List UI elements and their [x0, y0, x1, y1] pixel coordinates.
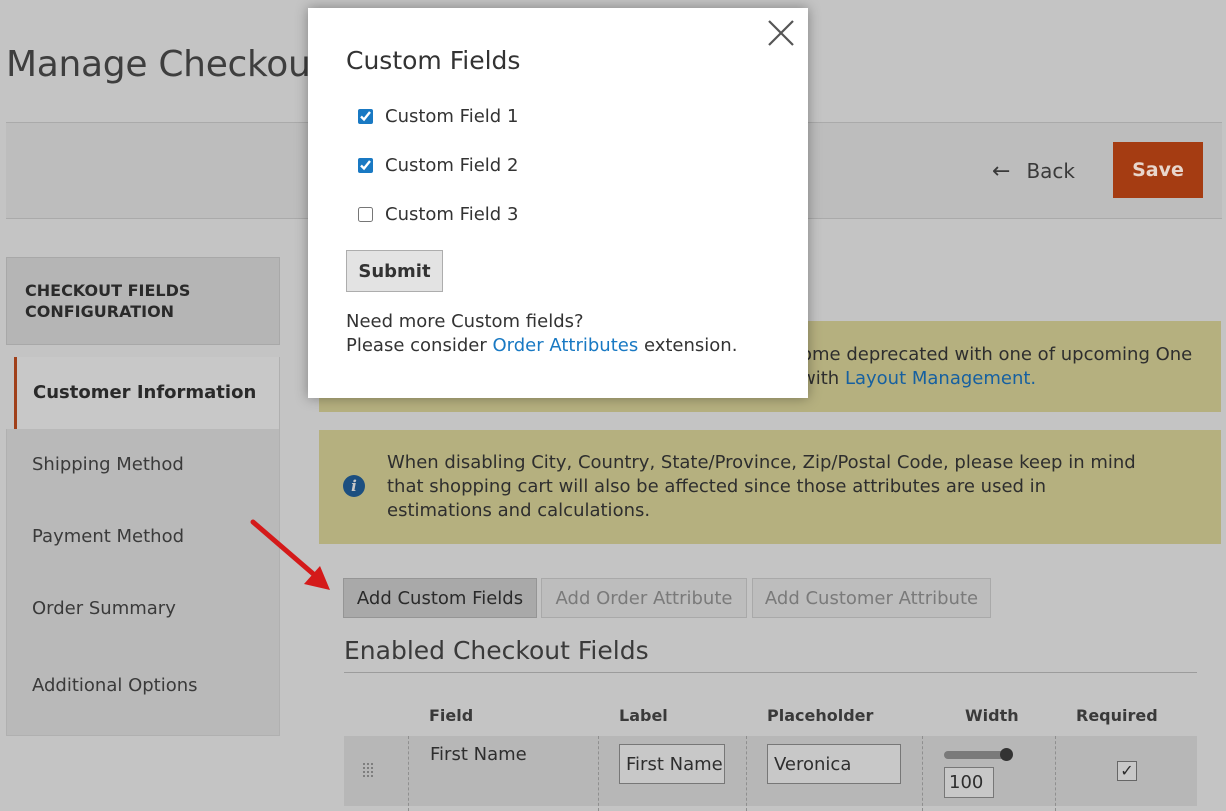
- add-order-attribute-button[interactable]: Add Order Attribute: [541, 578, 747, 618]
- column-divider: [1055, 736, 1056, 811]
- submit-button[interactable]: Submit: [346, 250, 443, 292]
- custom-field-2-checkbox[interactable]: [358, 158, 373, 173]
- label-input[interactable]: First Name: [619, 744, 725, 784]
- required-checkbox[interactable]: ✓: [1117, 761, 1137, 781]
- sidebar: CHECKOUT FIELDS CONFIGURATION Customer I…: [6, 257, 280, 736]
- field-name: First Name: [430, 744, 527, 765]
- page-title: Manage Checkout: [6, 44, 325, 85]
- sidebar-item-shipping-method[interactable]: Shipping Method: [6, 429, 280, 501]
- custom-field-3-checkbox[interactable]: [358, 207, 373, 222]
- sidebar-item-customer-information[interactable]: Customer Information: [14, 357, 280, 429]
- column-header-required: Required: [1076, 706, 1158, 725]
- column-header-placeholder: Placeholder: [767, 706, 874, 725]
- custom-field-1-checkbox[interactable]: [358, 109, 373, 124]
- column-header-label: Label: [619, 706, 668, 725]
- sidebar-item-payment-method[interactable]: Payment Method: [6, 501, 280, 573]
- close-button[interactable]: [766, 18, 796, 48]
- close-icon: [768, 20, 794, 46]
- custom-field-2-label: Custom Field 2: [385, 155, 519, 176]
- layout-management-link[interactable]: Layout Management.: [845, 368, 1036, 389]
- modal-note-line1: Need more Custom fields?: [346, 311, 584, 332]
- custom-field-3-label: Custom Field 3: [385, 204, 519, 225]
- info-icon: i: [343, 475, 365, 497]
- width-input[interactable]: 100: [944, 767, 994, 798]
- arrow-left-icon: ←: [992, 158, 1011, 184]
- sidebar-item-additional-options[interactable]: Additional Options: [6, 645, 280, 736]
- column-header-field: Field: [429, 706, 474, 725]
- column-divider: [598, 736, 599, 811]
- modal-note: Need more Custom fields? Please consider…: [346, 310, 786, 358]
- custom-field-3-option[interactable]: Custom Field 3: [358, 204, 518, 225]
- deprecation-notice-text: ome deprecated with one of upcoming One …: [801, 343, 1211, 391]
- add-customer-attribute-button[interactable]: Add Customer Attribute: [752, 578, 991, 618]
- sidebar-item-order-summary[interactable]: Order Summary: [6, 573, 280, 645]
- custom-fields-modal: Custom Fields Custom Field 1 Custom Fiel…: [308, 8, 808, 398]
- custom-field-1-label: Custom Field 1: [385, 106, 519, 127]
- column-divider: [408, 736, 409, 811]
- deprecation-text: ome deprecated with one of upcoming One: [801, 344, 1193, 365]
- custom-field-2-option[interactable]: Custom Field 2: [358, 155, 518, 176]
- section-title: Enabled Checkout Fields: [344, 636, 649, 665]
- width-slider[interactable]: [944, 751, 1008, 759]
- width-slider-handle[interactable]: [1000, 748, 1013, 761]
- back-label: Back: [1026, 159, 1075, 183]
- order-attributes-link[interactable]: Order Attributes: [492, 335, 638, 356]
- add-custom-fields-button[interactable]: Add Custom Fields: [343, 578, 537, 618]
- custom-field-1-option[interactable]: Custom Field 1: [358, 106, 518, 127]
- column-divider: [746, 736, 747, 811]
- section-divider: [344, 672, 1197, 673]
- info-notice-text: When disabling City, Country, State/Prov…: [387, 452, 1136, 521]
- sidebar-title: CHECKOUT FIELDS CONFIGURATION: [6, 257, 280, 345]
- info-notice: i When disabling City, Country, State/Pr…: [319, 430, 1221, 544]
- modal-note-suffix: extension.: [643, 335, 738, 356]
- placeholder-input[interactable]: Veronica: [767, 744, 901, 784]
- modal-title: Custom Fields: [346, 46, 521, 75]
- column-header-width: Width: [965, 706, 1019, 725]
- red-arrow-annotation-icon: [250, 519, 330, 590]
- modal-note-prefix: Please consider: [346, 335, 487, 356]
- drag-handle-icon[interactable]: [362, 762, 374, 778]
- column-divider: [922, 736, 923, 811]
- save-button[interactable]: Save: [1113, 142, 1203, 198]
- back-button[interactable]: ← Back: [992, 156, 1075, 186]
